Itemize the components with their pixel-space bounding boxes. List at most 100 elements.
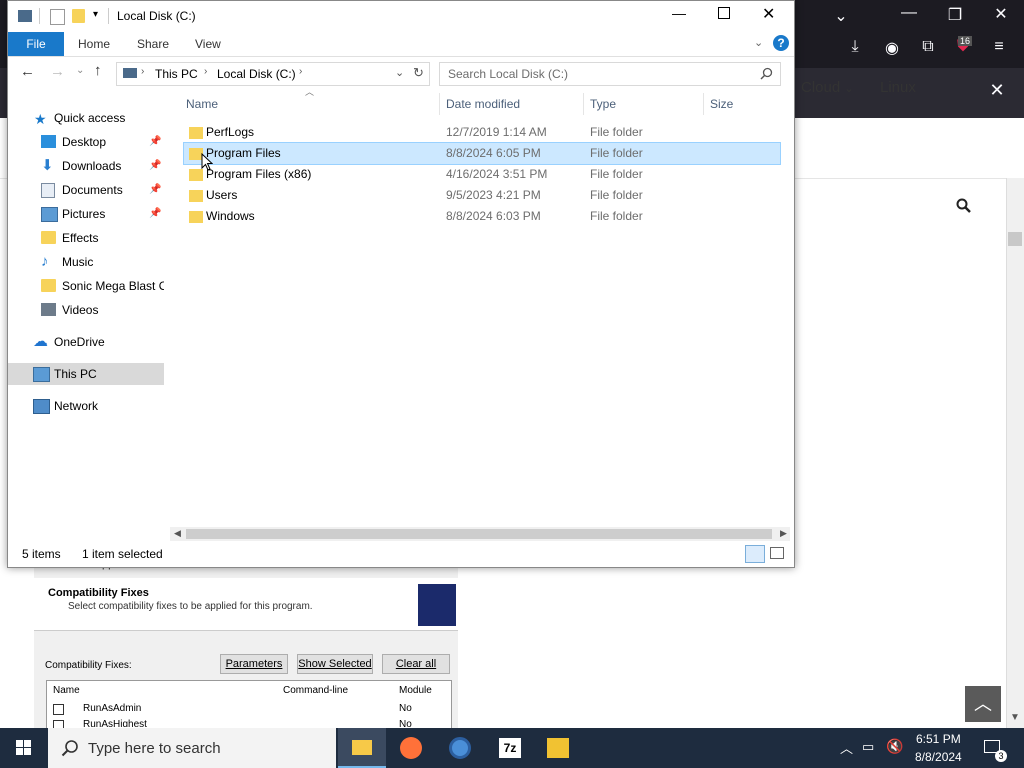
file-row-program-files[interactable]: Program Files 8/8/2024 6:05 PM File fold…	[183, 142, 781, 165]
tab-home[interactable]: Home	[78, 32, 110, 56]
horizontal-scrollbar[interactable]: ◀ ▶	[170, 527, 790, 541]
close-icon[interactable]: ✕	[762, 4, 775, 24]
refresh-icon[interactable]: ↻	[413, 65, 424, 81]
sidebar-item-music[interactable]: ♪ Music	[8, 251, 164, 273]
taskbar-date[interactable]: 8/8/2024	[915, 750, 962, 764]
pin-icon: 📌	[149, 208, 162, 219]
sidebar-item-sonic-mega-blast[interactable]: Sonic Mega Blast O	[8, 275, 164, 297]
column-size[interactable]: Size	[710, 97, 733, 111]
taskbar-search[interactable]: Type here to search	[48, 728, 336, 768]
parameters-button[interactable]: Parameters	[220, 654, 288, 674]
taskbar-file-explorer[interactable]	[338, 728, 386, 768]
sidebar-item-label: Network	[54, 399, 99, 413]
file-name: Users	[206, 188, 238, 202]
extensions-icon[interactable]: ⧉	[913, 38, 943, 56]
sidebar-item-effects[interactable]: Effects	[8, 227, 164, 249]
taskbar-chromium[interactable]	[437, 728, 485, 768]
page-scroll-thumb[interactable]	[1008, 232, 1022, 246]
taskbar-time[interactable]: 6:51 PM	[916, 732, 961, 746]
up-icon[interactable]: ↑	[94, 62, 102, 79]
back-to-top-button[interactable]: ︿	[965, 686, 1001, 722]
help-icon[interactable]: ?	[773, 35, 789, 51]
ribbon-expand-icon[interactable]: ⌄	[754, 36, 763, 49]
pin-icon: 📌	[149, 136, 162, 147]
sidebar-item-documents[interactable]: Documents 📌	[8, 179, 164, 201]
menu-icon[interactable]: ≡	[984, 38, 1014, 56]
taskbar-7zip[interactable]: 7z	[486, 728, 534, 768]
show-selected-button[interactable]: Show Selected	[297, 654, 373, 674]
breadcrumb-local-disk[interactable]: Local Disk (C:)	[217, 67, 296, 81]
scroll-down-icon[interactable]: ▼	[1010, 712, 1020, 723]
scroll-right-icon[interactable]: ▶	[780, 528, 787, 539]
forward-icon[interactable]: →	[50, 63, 65, 80]
column-type[interactable]: Type	[590, 97, 616, 111]
tab-view[interactable]: View	[195, 32, 221, 56]
tray-expand-icon[interactable]: ︿	[840, 738, 853, 757]
close-notice-icon[interactable]: ✕	[982, 80, 1012, 101]
sidebar-item-this-pc[interactable]: This PC	[8, 363, 164, 385]
maximize-icon[interactable]	[718, 7, 730, 19]
file-row-users[interactable]: Users 9/5/2023 4:21 PM File folder	[184, 185, 780, 206]
search-icon[interactable]	[760, 67, 773, 80]
search-icon[interactable]	[956, 198, 972, 214]
back-icon[interactable]: ←	[20, 63, 35, 80]
sidebar-item-downloads[interactable]: ⬇ Downloads 📌	[8, 155, 164, 177]
folder-icon	[189, 190, 203, 202]
file-row-windows[interactable]: Windows 8/8/2024 6:03 PM File folder	[184, 206, 780, 227]
nav-linux[interactable]: Linux	[880, 79, 916, 96]
file-row-program-files-x86[interactable]: Program Files (x86) 4/16/2024 3:51 PM Fi…	[184, 164, 780, 185]
minimize-icon[interactable]: —	[672, 5, 686, 21]
search-input[interactable]: Search Local Disk (C:)	[448, 67, 568, 81]
file-row-perflogs[interactable]: PerfLogs 12/7/2019 1:14 AM File folder	[184, 122, 780, 143]
sidebar-item-videos[interactable]: Videos	[8, 299, 164, 321]
cloud-icon: ☁	[33, 333, 48, 350]
address-bar[interactable]: › This PC › Local Disk (C:) › ⌄ ↻	[116, 62, 430, 86]
column-date-modified[interactable]: Date modified	[446, 97, 520, 111]
extension-badge: 16	[958, 36, 973, 46]
address-dropdown-icon[interactable]: ⌄	[395, 66, 404, 79]
sidebar-item-onedrive[interactable]: ☁ OneDrive	[8, 331, 164, 353]
file-type: File folder	[590, 167, 643, 181]
horizontal-scroll-thumb[interactable]	[186, 529, 772, 539]
breadcrumb-this-pc[interactable]: This PC	[155, 67, 198, 81]
compat-row-module: No	[399, 703, 412, 714]
sidebar-item-desktop[interactable]: Desktop 📌	[8, 131, 164, 153]
network-icon[interactable]: ▭	[862, 739, 874, 755]
tab-file[interactable]: File	[8, 32, 64, 56]
network-icon	[33, 399, 50, 414]
sidebar-item-pictures[interactable]: Pictures 📌	[8, 203, 164, 225]
volume-muted-icon[interactable]: 🔇	[886, 738, 903, 755]
properties-icon[interactable]	[50, 9, 65, 25]
tab-share[interactable]: Share	[137, 32, 169, 56]
column-name[interactable]: Name	[186, 97, 218, 111]
sidebar-item-network[interactable]: Network	[8, 395, 164, 417]
clear-all-button[interactable]: Clear all	[382, 654, 450, 674]
restore-icon[interactable]: ❐	[940, 5, 970, 25]
scroll-left-icon[interactable]: ◀	[174, 528, 181, 539]
download-icon[interactable]: ⤓	[840, 38, 870, 56]
large-icons-view-icon[interactable]	[770, 547, 784, 559]
page-scrollbar[interactable]	[1006, 178, 1024, 728]
folder-icon	[189, 127, 203, 139]
sidebar-item-quick-access[interactable]: ★ Quick access	[8, 107, 164, 129]
quick-access-dropdown-icon[interactable]: ▾	[93, 9, 98, 20]
new-folder-icon[interactable]	[72, 9, 85, 23]
pin-icon: 📌	[149, 184, 162, 195]
minimize-icon[interactable]: —	[894, 4, 924, 22]
taskbar-compat-admin[interactable]	[534, 728, 582, 768]
windows-start-icon[interactable]	[16, 740, 32, 756]
mouse-cursor-icon	[201, 153, 213, 171]
taskbar-firefox[interactable]	[388, 728, 436, 768]
compat-checkbox[interactable]	[53, 704, 64, 715]
account-icon[interactable]: ◉	[877, 38, 907, 58]
firefox-icon	[400, 737, 422, 759]
chevron-down-icon[interactable]: ⌄	[826, 6, 856, 26]
nav-cloud[interactable]: Cloud ⌄	[801, 79, 854, 96]
sort-up-icon: ︿	[305, 87, 315, 97]
close-icon[interactable]: ✕	[986, 4, 1016, 24]
recent-locations-icon[interactable]: ⌄	[76, 65, 84, 76]
taskbar-search-input[interactable]: Type here to search	[88, 740, 221, 757]
search-box[interactable]: Search Local Disk (C:)	[439, 62, 781, 86]
details-view-icon[interactable]	[745, 545, 765, 563]
compat-fixes-label: Compatibility Fixes:	[45, 660, 132, 671]
